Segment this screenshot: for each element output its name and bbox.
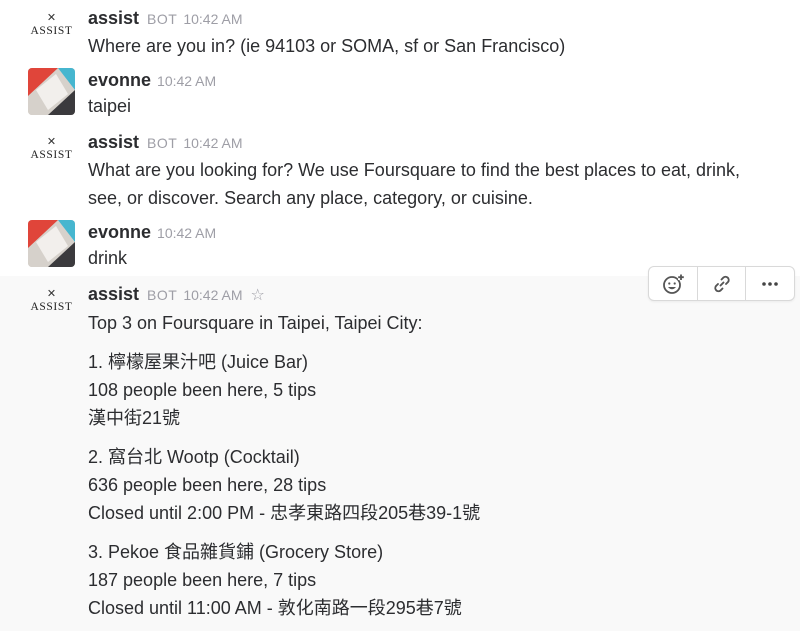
message-header: evonne 10:42 AM	[88, 70, 216, 91]
more-icon	[762, 281, 778, 286]
result-item: 2. 窩台北 Wootp (Cocktail) 636 people been …	[88, 443, 788, 527]
message-actions-toolbar	[648, 266, 795, 301]
timestamp[interactable]: 10:42 AM	[157, 225, 216, 241]
result-stats: 108 people been here, 5 tips	[88, 380, 317, 400]
message-line: taipei	[88, 96, 132, 116]
result-item: 1. 檸檬屋果汁吧 (Juice Bar) 108 people been he…	[88, 348, 788, 432]
results-intro: Top 3 on Foursquare in Taipei, Taipei Ci…	[88, 313, 423, 333]
result-stats: 187 people been here, 7 tips	[88, 570, 317, 590]
message-header: assist BOT 10:42 AM	[88, 132, 242, 153]
assist-logo-mark-icon: ✕	[46, 12, 57, 24]
assist-avatar[interactable]: ✕ ASSIST	[28, 288, 75, 335]
message-assist-1: ✕ ASSIST assist BOT 10:42 AM Where are you…	[0, 0, 800, 62]
timestamp[interactable]: 10:42 AM	[183, 11, 242, 27]
result-title: 2. 窩台北 Wootp (Cocktail)	[88, 447, 300, 467]
message-line: see, or discover. Search any place, cate…	[88, 188, 533, 208]
message-assist-3: ✕ ASSIST assist BOT 10:42 AM ☆ Top 3 on Fou…	[0, 276, 800, 631]
sender-name[interactable]: assist	[88, 8, 139, 28]
message-text: What are you looking for? We use Foursqu…	[88, 156, 788, 212]
sender-name[interactable]: evonne	[88, 222, 151, 242]
assist-logo-word: ASSIST	[30, 25, 73, 37]
timestamp[interactable]: 10:42 AM	[183, 287, 242, 303]
message-header: evonne 10:42 AM	[88, 222, 216, 243]
message-assist-2: ✕ ASSIST assist BOT 10:42 AM What are you …	[0, 124, 800, 214]
link-icon	[713, 275, 730, 292]
sender-name[interactable]: assist	[88, 132, 139, 152]
result-item: 3. Pekoe 食品雜貨鋪 (Grocery Store) 187 peopl…	[88, 538, 788, 622]
timestamp[interactable]: 10:42 AM	[183, 135, 242, 151]
result-detail: Closed until 2:00 PM - 忠孝東路四段205巷39-1號	[88, 503, 481, 523]
sender-name[interactable]: evonne	[88, 70, 151, 90]
add-reaction-button[interactable]	[649, 267, 698, 300]
assist-logo-word: ASSIST	[30, 301, 73, 313]
message-text: taipei	[88, 92, 788, 120]
assist-avatar[interactable]: ✕ ASSIST	[28, 12, 75, 59]
bot-badge: BOT	[147, 135, 178, 151]
evonne-avatar[interactable]	[28, 68, 75, 115]
message-text: Top 3 on Foursquare in Taipei, Taipei Ci…	[88, 309, 788, 622]
star-icon[interactable]: ☆	[250, 287, 264, 304]
bot-badge: BOT	[147, 11, 178, 27]
result-title: 1. 檸檬屋果汁吧 (Juice Bar)	[88, 352, 309, 372]
copy-link-button[interactable]	[698, 267, 747, 300]
evonne-avatar[interactable]	[28, 220, 75, 267]
evonne-avatar-icon	[28, 220, 75, 267]
message-evonne-1: evonne 10:42 AM taipei	[0, 62, 800, 124]
assist-logo-mark-icon: ✕	[46, 288, 57, 300]
result-detail: Closed until 11:00 AM - 敦化南路一段295巷7號	[88, 598, 462, 618]
message-line: What are you looking for? We use Foursqu…	[88, 160, 741, 180]
message-header: assist BOT 10:42 AM ☆	[88, 284, 265, 305]
assist-avatar[interactable]: ✕ ASSIST	[28, 136, 75, 183]
result-stats: 636 people been here, 28 tips	[88, 475, 327, 495]
more-actions-button[interactable]	[746, 267, 794, 300]
bot-badge: BOT	[147, 287, 178, 303]
assist-logo-mark-icon: ✕	[46, 136, 57, 148]
message-line: Where are you in? (ie 94103 or SOMA, sf …	[88, 36, 566, 56]
message-text: Where are you in? (ie 94103 or SOMA, sf …	[88, 32, 788, 60]
timestamp[interactable]: 10:42 AM	[157, 73, 216, 89]
sender-name[interactable]: assist	[88, 284, 139, 304]
assist-logo-word: ASSIST	[30, 149, 73, 161]
evonne-avatar-icon	[28, 68, 75, 115]
result-title: 3. Pekoe 食品雜貨鋪 (Grocery Store)	[88, 542, 384, 562]
add-reaction-icon	[662, 273, 684, 294]
result-detail: 漢中街21號	[88, 408, 181, 428]
message-header: assist BOT 10:42 AM	[88, 8, 242, 29]
